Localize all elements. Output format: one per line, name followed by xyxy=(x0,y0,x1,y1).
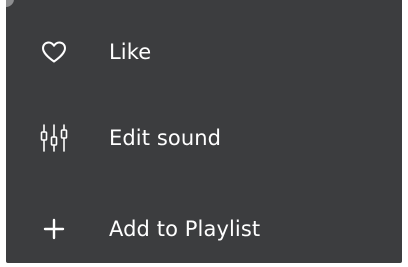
menu-item-edit-sound-label: Edit sound xyxy=(109,125,222,150)
menu-item-edit-sound[interactable]: Edit sound xyxy=(6,108,402,168)
menu-item-add-to-playlist[interactable]: Add to Playlist xyxy=(6,199,402,259)
equalizer-icon xyxy=(40,124,68,152)
plus-icon xyxy=(40,215,68,243)
menu-item-like-label: Like xyxy=(109,39,152,64)
context-menu: Like Edit sound Add to Playlist xyxy=(6,0,402,263)
menu-corner-indicator xyxy=(6,0,14,7)
menu-item-add-to-playlist-label: Add to Playlist xyxy=(109,216,261,241)
menu-item-like[interactable]: Like xyxy=(6,22,402,82)
heart-icon xyxy=(40,38,68,66)
